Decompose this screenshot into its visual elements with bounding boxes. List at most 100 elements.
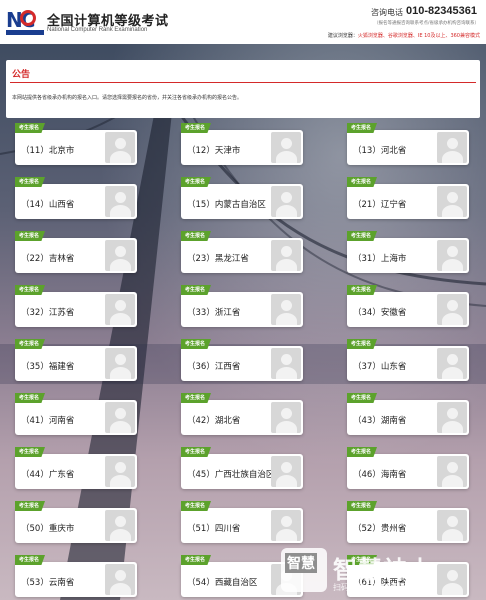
province-label: （23）黑龙江省 <box>187 254 249 264</box>
register-badge: 考生报名 <box>181 393 212 403</box>
user-placeholder-icon <box>271 510 301 541</box>
register-badge: 考生报名 <box>347 177 378 187</box>
province-label: （54）西藏自治区 <box>187 578 258 588</box>
province-label: （34）安徽省 <box>353 308 407 318</box>
province-card[interactable]: 考生报名 （34）安徽省 <box>347 285 469 327</box>
register-badge: 考生报名 <box>15 447 46 457</box>
user-placeholder-icon <box>437 348 467 379</box>
register-badge: 考生报名 <box>181 555 212 565</box>
province-card[interactable]: 考生报名 （43）湖南省 <box>347 393 469 435</box>
province-card[interactable]: 考生报名 （12）天津市 <box>181 123 303 165</box>
province-card[interactable]: 考生报名 （21）辽宁省 <box>347 177 469 219</box>
user-placeholder-icon <box>105 456 135 487</box>
province-label: （42）湖北省 <box>187 416 241 426</box>
user-placeholder-icon <box>437 132 467 163</box>
province-card[interactable]: 考生报名 （35）福建省 <box>15 339 137 381</box>
register-badge: 考生报名 <box>347 447 378 457</box>
register-badge: 考生报名 <box>347 285 378 295</box>
province-label: （22）吉林省 <box>21 254 75 264</box>
user-placeholder-icon <box>105 564 135 595</box>
register-badge: 考生报名 <box>15 123 46 133</box>
hotline-note: （报名等通报咨询联系考点/省级承办机构咨询联系） <box>374 21 480 26</box>
province-card[interactable]: 考生报名 （22）吉林省 <box>15 231 137 273</box>
province-card[interactable]: 考生报名 （41）河南省 <box>15 393 137 435</box>
province-card[interactable]: 考生报名 （46）海南省 <box>347 447 469 489</box>
user-placeholder-icon <box>437 402 467 433</box>
site-subtitle: National Computer Rank Examination <box>47 27 148 33</box>
user-placeholder-icon <box>105 294 135 325</box>
province-label: （35）福建省 <box>21 362 75 372</box>
province-card[interactable]: 考生报名 （45）广西壮族自治区 <box>181 447 303 489</box>
register-badge: 考生报名 <box>347 393 378 403</box>
watermark-text: 智慧神木 <box>333 556 433 584</box>
register-badge: 考生报名 <box>347 231 378 241</box>
province-label: （46）海南省 <box>353 470 407 480</box>
province-card[interactable]: 考生报名 （36）江西省 <box>181 339 303 381</box>
register-badge: 考生报名 <box>15 177 46 187</box>
user-placeholder-icon <box>437 294 467 325</box>
hotline-label: 咨询电话 <box>371 8 403 17</box>
hotline-number: 010-82345361 <box>406 5 477 17</box>
province-label: （12）天津市 <box>187 146 241 156</box>
province-label: （11）北京市 <box>21 146 75 156</box>
ncre-logo-icon[interactable]: NC <box>6 8 44 36</box>
province-label: （52）贵州省 <box>353 524 407 534</box>
user-placeholder-icon <box>105 348 135 379</box>
register-badge: 考生报名 <box>15 339 46 349</box>
province-card[interactable]: 考生报名 （15）内蒙古自治区 <box>181 177 303 219</box>
province-card[interactable]: 考生报名 （11）北京市 <box>15 123 137 165</box>
user-placeholder-icon <box>271 132 301 163</box>
province-card[interactable]: 考生报名 （50）重庆市 <box>15 501 137 543</box>
user-placeholder-icon <box>437 240 467 271</box>
province-card[interactable]: 考生报名 （37）山东省 <box>347 339 469 381</box>
province-card[interactable]: 考生报名 （52）贵州省 <box>347 501 469 543</box>
user-placeholder-icon <box>437 510 467 541</box>
province-card[interactable]: 考生报名 （32）江苏省 <box>15 285 137 327</box>
watermark: 智慧 智慧神木 扫码下载 即可查看更多 <box>281 548 486 600</box>
province-card[interactable]: 考生报名 （44）广东省 <box>15 447 137 489</box>
register-badge: 考生报名 <box>181 501 212 511</box>
province-label: （41）河南省 <box>21 416 75 426</box>
province-label: （50）重庆市 <box>21 524 75 534</box>
register-badge: 考生报名 <box>181 447 212 457</box>
register-badge: 考生报名 <box>15 501 46 511</box>
register-badge: 考生报名 <box>181 177 212 187</box>
user-placeholder-icon <box>271 186 301 217</box>
province-card[interactable]: 考生报名 （53）云南省 <box>15 555 137 597</box>
user-placeholder-icon <box>271 348 301 379</box>
user-placeholder-icon <box>271 294 301 325</box>
user-placeholder-icon <box>105 132 135 163</box>
register-badge: 考生报名 <box>347 501 378 511</box>
watermark-subtext: 扫码下载 即可查看更多 <box>333 583 416 592</box>
province-card[interactable]: 考生报名 （51）四川省 <box>181 501 303 543</box>
announcement-title: 公告 <box>12 70 31 80</box>
register-badge: 考生报名 <box>181 285 212 295</box>
province-label: （43）湖南省 <box>353 416 407 426</box>
province-label: （37）山东省 <box>353 362 407 372</box>
user-placeholder-icon <box>271 240 301 271</box>
province-card[interactable]: 考生报名 （42）湖北省 <box>181 393 303 435</box>
province-card[interactable]: 考生报名 （23）黑龙江省 <box>181 231 303 273</box>
register-badge: 考生报名 <box>347 339 378 349</box>
province-label: （44）广东省 <box>21 470 75 480</box>
province-card[interactable]: 考生报名 （33）浙江省 <box>181 285 303 327</box>
announcement-panel: 公告 本网站提供各省级承办机构的报名入口。请您选择需要报名的省份，并关注各省级承… <box>6 60 480 118</box>
province-card[interactable]: 考生报名 （14）山西省 <box>15 177 137 219</box>
register-badge: 考生报名 <box>181 123 212 133</box>
province-label: （21）辽宁省 <box>353 200 407 210</box>
register-badge: 考生报名 <box>15 231 46 241</box>
user-placeholder-icon <box>105 402 135 433</box>
province-label: （45）广西壮族自治区 <box>187 470 275 480</box>
province-card[interactable]: 考生报名 （31）上海市 <box>347 231 469 273</box>
register-badge: 考生报名 <box>347 123 378 133</box>
user-placeholder-icon <box>105 186 135 217</box>
register-badge: 考生报名 <box>181 339 212 349</box>
province-label: （32）江苏省 <box>21 308 75 318</box>
register-badge: 考生报名 <box>15 285 46 295</box>
watermark-logo-icon: 智慧 <box>281 548 327 592</box>
announcement-text: 本网站提供各省级承办机构的报名入口。请您选择需要报名的省份，并关注各省级承办机构… <box>12 95 243 101</box>
browser-recommendation: 建议浏览器：火狐浏览器、谷歌浏览器、IE 10及以上、360兼容模式 <box>327 33 480 39</box>
province-label: （31）上海市 <box>353 254 407 264</box>
province-card[interactable]: 考生报名 （13）河北省 <box>347 123 469 165</box>
register-badge: 考生报名 <box>181 231 212 241</box>
